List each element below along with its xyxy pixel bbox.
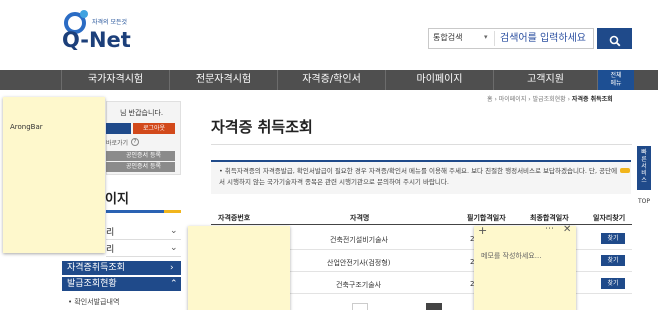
all-menu-label-1: 전체	[610, 72, 622, 79]
find-job-button[interactable]: 찾기	[601, 278, 625, 289]
search-divider	[494, 31, 495, 46]
find-job-button[interactable]: 찾기	[601, 233, 625, 244]
chevron-right-icon: ›	[170, 263, 174, 273]
lnb-item-certificate-inquiry[interactable]: 자격증취득조회	[62, 261, 181, 275]
add-note-icon[interactable]: +	[478, 224, 487, 237]
search-icon	[609, 35, 620, 46]
search-button[interactable]	[597, 28, 632, 49]
sticky-note-label: ArongBar	[10, 123, 43, 131]
sticky-note-memo[interactable]	[474, 226, 576, 310]
notice-handle	[620, 168, 630, 173]
quick-label-char: 른	[641, 156, 647, 163]
table-cell-name: 산업안전기사(검정형)	[327, 259, 391, 267]
all-menu-label-2: 메뉴	[610, 80, 622, 87]
gnb-item-mypage[interactable]: 마이페이지	[385, 70, 493, 90]
section-title: 이지	[105, 192, 129, 207]
gnb-item-national-exam[interactable]: 국가자격시험	[61, 70, 169, 90]
welcome-text: 님 반갑습니다.	[120, 109, 164, 117]
logout-button[interactable]: 로그아웃	[133, 123, 175, 134]
quick-label-char: 스	[641, 177, 647, 184]
chevron-down-icon: ▾	[484, 33, 488, 41]
close-icon[interactable]: ✕	[563, 224, 571, 235]
top-button[interactable]: TOP	[638, 198, 650, 205]
cert-register-button-1[interactable]: 공인증서 등록	[106, 151, 175, 161]
lnb-sub-item-issue-history[interactable]: • 확인서발급내역	[68, 297, 119, 307]
chevron-down-icon: ⌄	[170, 226, 178, 236]
gnb-item-support[interactable]: 고객지원	[493, 70, 598, 90]
memo-placeholder[interactable]: 메모를 작성하세요...	[481, 251, 541, 261]
search-input[interactable]	[500, 31, 592, 46]
chevron-up-icon: ⌃	[170, 279, 178, 289]
table-header-name: 자격명	[350, 214, 370, 222]
quick-label-char: 서	[641, 163, 647, 170]
pager-prev-button[interactable]	[352, 303, 368, 310]
chevron-down-icon: ⌄	[170, 243, 178, 253]
section-title-bar-accent	[164, 210, 181, 213]
quick-label-char: 비	[641, 170, 647, 177]
quick-service-tab[interactable]: 빠 른 서 비 스	[637, 146, 651, 190]
pager-current-page[interactable]	[426, 303, 442, 310]
title-divider	[211, 144, 632, 145]
section-title-bar	[106, 210, 164, 213]
lnb-item-1-label: 리	[106, 228, 115, 238]
gnb-item-certificate[interactable]: 자격증/학인서	[277, 70, 385, 90]
sticky-note-blank[interactable]	[188, 226, 290, 310]
cert-register-button-2[interactable]: 공인증서 등록	[106, 162, 175, 172]
breadcrumb-current: 자격증 취득조회	[571, 96, 613, 103]
gnb-item-professional-exam[interactable]: 전문자격시험	[169, 70, 277, 90]
logo[interactable]: Q-Net	[62, 28, 131, 52]
quick-label-char: 빠	[641, 149, 647, 156]
my-info-button[interactable]	[106, 123, 131, 134]
notice-text: • 취득자격증의 자격증발급, 확인서발급이 필요한 경우 자격증/확인서 메뉴…	[219, 167, 618, 186]
all-menu-button[interactable]: 전체 메뉴	[598, 70, 634, 90]
shortcut-label: 바로가기	[106, 140, 129, 147]
page-title: 자격증 취득조회	[211, 118, 313, 136]
table-cell-name: 건축전기설비기술사	[330, 236, 388, 244]
breadcrumb: 홈 › 마이페이지 › 발급조회현황 › 자격증 취득조회	[487, 96, 613, 103]
table-header-final-date: 최종합격일자	[530, 214, 569, 222]
lnb-item-issue-status[interactable]: 발급조회현황	[62, 277, 181, 291]
logo-dot	[80, 10, 88, 18]
sticky-note-arongbar[interactable]	[3, 97, 105, 253]
search-category-select[interactable]: 통합검색	[433, 32, 462, 43]
breadcrumb-issue-status[interactable]: 발급조회현황	[533, 96, 566, 103]
find-job-button[interactable]: 찾기	[601, 255, 625, 266]
breadcrumb-mypage[interactable]: 마이페이지	[499, 96, 527, 103]
help-icon[interactable]: ?	[131, 138, 139, 146]
table-header-job: 일자리찾기	[593, 214, 626, 222]
breadcrumb-home[interactable]: 홈	[487, 96, 493, 103]
table-header-written-date: 필기합격일자	[467, 214, 506, 222]
more-options-icon[interactable]: ⋯	[545, 224, 554, 234]
table-header-cert-no: 자격증번호	[218, 214, 251, 222]
table-cell-name: 건축구조기술사	[336, 281, 382, 289]
lnb-item-2-label: 리	[106, 245, 115, 255]
logo-slogan: 자격의 모든것	[92, 19, 128, 26]
